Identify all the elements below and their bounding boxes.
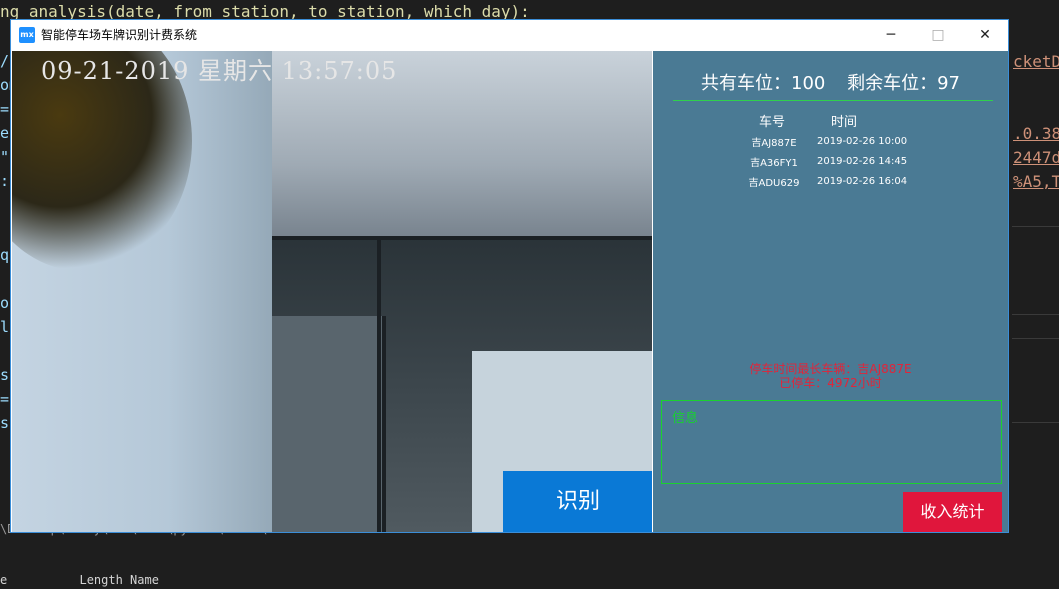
table-row[interactable]: 吉ADU629 2019-02-26 16:04 [737,171,937,191]
editor-code-fragment: cketD [1013,52,1059,71]
info-panel: 共有车位：100 剩余车位：97 车号 时间 吉AJ887E 2019-02-2… [653,51,1008,532]
editor-divider [1012,422,1059,423]
editor-divider [1012,226,1059,227]
editor-code-fragment: / [0,52,10,70]
editor-code-fragment: o [0,294,10,312]
maximize-button[interactable]: □ [915,20,961,50]
editor-code-fragment: l [0,318,10,336]
editor-code-fragment: 2447d [1013,148,1059,167]
remaining-spaces-label: 剩余车位：97 [847,73,960,94]
longest-vehicle-line: 停车时间最长车辆：吉AJ887E [749,362,912,376]
longest-parking-notice: 停车时间最长车辆：吉AJ887E 已停车：4972小时 [653,362,1008,390]
time-cell: 2019-02-26 16:04 [817,175,908,187]
app-icon: mx [19,27,35,43]
editor-code-fragment: e [0,124,10,142]
recognize-button[interactable]: 识别 [503,471,652,532]
camera-timestamp: 09-21-2019 星期六 13:57:05 [41,57,398,85]
editor-code-fragment: : [0,172,10,190]
column-header-time: 时间 [831,114,858,130]
table-row[interactable]: 吉AJ887E 2019-02-26 10:00 [737,131,937,151]
longest-duration-line: 已停车：4972小时 [779,376,882,390]
editor-code-fragment: = [0,390,10,408]
close-button[interactable]: ✕ [962,20,1008,50]
plate-cell: 吉ADU629 [748,177,800,189]
column-header-plate: 车号 [759,114,786,130]
editor-code-fragment: " [0,148,10,166]
editor-code-fragment: %A5,T [1013,172,1059,191]
editor-code-fragment: .0.38 [1013,124,1059,143]
title-bar[interactable]: mx 智能停车场车牌识别计费系统 ─ □ ✕ [11,20,1008,50]
income-stats-button[interactable]: 收入统计 [903,492,1002,532]
table-row[interactable]: 吉A36FY1 2019-02-26 14:45 [737,151,937,171]
app-window: mx 智能停车场车牌识别计费系统 ─ □ ✕ 09-21-2019 星期六 13… [10,19,1009,533]
editor-code-fragment: = [0,100,10,118]
camera-feed: 09-21-2019 星期六 13:57:05 识别 [12,51,652,532]
editor-divider [1012,338,1059,339]
editor-code-fragment: s [0,414,10,432]
total-spaces-label: 共有车位：100 [701,73,826,94]
editor-code-fragment: q [0,246,10,264]
records-header: 车号 时间 [737,109,937,131]
editor-code-fragment: s [0,366,10,384]
time-cell: 2019-02-26 14:45 [817,155,908,167]
plate-cell: 吉A36FY1 [750,157,798,169]
parking-records-table: 车号 时间 吉AJ887E 2019-02-26 10:00 吉A36FY1 2… [737,109,937,191]
editor-divider [1012,314,1059,315]
parking-space-summary: 共有车位：100 剩余车位：97 [653,69,1008,95]
terminal-table-header: e Length Name [0,573,159,587]
info-textbox[interactable]: 信息 [661,400,1002,484]
minimize-button[interactable]: ─ [868,20,914,50]
camera-scene-door [257,316,386,532]
window-title: 智能停车场车牌识别计费系统 [41,28,198,42]
camera-scene-frame [377,236,381,532]
plate-cell: 吉AJ887E [751,137,797,149]
camera-scene-frame [257,236,652,240]
divider [673,100,993,101]
time-cell: 2019-02-26 10:00 [817,135,908,147]
info-label: 信息 [672,411,699,426]
